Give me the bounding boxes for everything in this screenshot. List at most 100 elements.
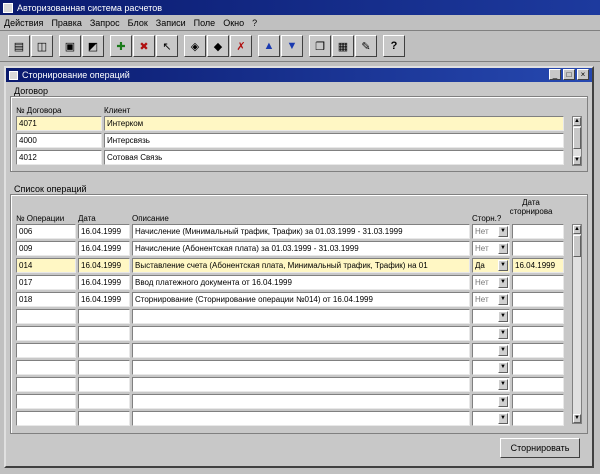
undo-icon[interactable]: ◩ bbox=[82, 35, 104, 57]
minimize-button[interactable]: _ bbox=[549, 69, 561, 80]
operation-description-cell[interactable] bbox=[132, 343, 470, 358]
chevron-down-icon[interactable]: ▼ bbox=[498, 294, 508, 305]
menu-field[interactable]: Поле bbox=[194, 18, 216, 28]
save-icon[interactable]: ▣ bbox=[59, 35, 81, 57]
storno-date-cell[interactable] bbox=[512, 326, 564, 341]
delete-icon[interactable]: ✖ bbox=[133, 35, 155, 57]
operation-description-cell[interactable] bbox=[132, 411, 470, 426]
chevron-down-icon[interactable]: ▼ bbox=[498, 243, 508, 254]
storno-flag-combo[interactable]: Нет ▼ bbox=[472, 292, 510, 307]
operation-description-cell[interactable] bbox=[132, 309, 470, 324]
scroll-down-icon[interactable]: ▼ bbox=[573, 156, 581, 165]
operation-description-cell[interactable] bbox=[132, 360, 470, 375]
storno-flag-combo[interactable]: ▼ bbox=[472, 394, 510, 409]
chevron-down-icon[interactable]: ▼ bbox=[498, 226, 508, 237]
preview-icon[interactable]: ◫ bbox=[31, 35, 53, 57]
operation-number-cell[interactable]: 018 bbox=[16, 292, 76, 307]
operation-description-cell[interactable] bbox=[132, 326, 470, 341]
operation-number-cell[interactable]: 017 bbox=[16, 275, 76, 290]
operation-date-cell[interactable] bbox=[78, 394, 130, 409]
storno-flag-combo[interactable]: ▼ bbox=[472, 309, 510, 324]
chevron-down-icon[interactable]: ▼ bbox=[498, 345, 508, 356]
operation-description-cell[interactable]: Сторнирование (Сторнирование операции №0… bbox=[132, 292, 470, 307]
menu-window[interactable]: Окно bbox=[223, 18, 244, 28]
operation-description-cell[interactable] bbox=[132, 377, 470, 392]
chevron-down-icon[interactable]: ▼ bbox=[498, 362, 508, 373]
operation-number-cell[interactable] bbox=[16, 326, 76, 341]
storno-flag-combo[interactable]: Нет ▼ bbox=[472, 241, 510, 256]
scroll-down-icon[interactable]: ▼ bbox=[573, 414, 581, 423]
table-row[interactable]: 4071 Интерком bbox=[16, 115, 566, 132]
close-button[interactable]: × bbox=[577, 69, 589, 80]
operation-date-cell[interactable] bbox=[78, 343, 130, 358]
operation-description-cell[interactable]: Начисление (Минимальный трафик, Трафик) … bbox=[132, 224, 470, 239]
operation-date-cell[interactable]: 16.04.1999 bbox=[78, 241, 130, 256]
chevron-down-icon[interactable]: ▼ bbox=[498, 396, 508, 407]
operation-description-cell[interactable] bbox=[132, 394, 470, 409]
print-icon[interactable]: ▤ bbox=[8, 35, 30, 57]
storno-flag-combo[interactable]: ▼ bbox=[472, 377, 510, 392]
operation-number-cell[interactable] bbox=[16, 394, 76, 409]
menu-records[interactable]: Записи bbox=[156, 18, 186, 28]
down-arrow-icon[interactable]: ▼ bbox=[281, 35, 303, 57]
storno-flag-combo[interactable]: ▼ bbox=[472, 326, 510, 341]
contract-number-cell[interactable]: 4071 bbox=[16, 116, 102, 131]
operation-date-cell[interactable] bbox=[78, 326, 130, 341]
operation-date-cell[interactable]: 16.04.1999 bbox=[78, 292, 130, 307]
operation-date-cell[interactable] bbox=[78, 377, 130, 392]
table-row[interactable]: 4012 Сотовая Связь bbox=[16, 149, 566, 166]
scroll-up-icon[interactable]: ▲ bbox=[573, 117, 581, 126]
storno-date-cell[interactable] bbox=[512, 343, 564, 358]
contract-number-cell[interactable]: 4000 bbox=[16, 133, 102, 148]
contract-number-cell[interactable]: 4012 bbox=[16, 150, 102, 165]
operation-number-cell[interactable] bbox=[16, 343, 76, 358]
storno-date-cell[interactable]: 16.04.1999 bbox=[512, 258, 564, 273]
chevron-down-icon[interactable]: ▼ bbox=[498, 413, 508, 424]
paste-icon[interactable]: ▦ bbox=[332, 35, 354, 57]
storno-date-cell[interactable] bbox=[512, 292, 564, 307]
operation-number-cell[interactable] bbox=[16, 360, 76, 375]
scroll-thumb[interactable] bbox=[573, 127, 581, 149]
operation-number-cell[interactable] bbox=[16, 411, 76, 426]
menu-block[interactable]: Блок bbox=[128, 18, 148, 28]
operation-number-cell[interactable]: 014 bbox=[16, 258, 76, 273]
menu-actions[interactable]: Действия bbox=[4, 18, 43, 28]
operation-number-cell[interactable] bbox=[16, 377, 76, 392]
operation-number-cell[interactable]: 009 bbox=[16, 241, 76, 256]
up-arrow-icon[interactable]: ▲ bbox=[258, 35, 280, 57]
clear-icon[interactable]: ↖ bbox=[156, 35, 178, 57]
operations-scrollbar[interactable]: ▲ ▼ bbox=[572, 224, 582, 424]
storno-date-cell[interactable] bbox=[512, 241, 564, 256]
operation-date-cell[interactable] bbox=[78, 309, 130, 324]
copy-icon[interactable]: ❐ bbox=[309, 35, 331, 57]
operation-description-cell[interactable]: Начисление (Абонентская плата) за 01.03.… bbox=[132, 241, 470, 256]
storno-flag-combo[interactable]: Да ▼ bbox=[472, 258, 510, 273]
storno-date-cell[interactable] bbox=[512, 224, 564, 239]
operation-description-cell[interactable]: Ввод платежного документа от 16.04.1999 bbox=[132, 275, 470, 290]
storno-date-cell[interactable] bbox=[512, 360, 564, 375]
scroll-thumb[interactable] bbox=[573, 235, 581, 257]
insert-icon[interactable]: ✚ bbox=[110, 35, 132, 57]
operation-description-cell[interactable]: Выставление счета (Абонентская плата, Ми… bbox=[132, 258, 470, 273]
find-icon[interactable]: ◈ bbox=[184, 35, 206, 57]
operation-date-cell[interactable] bbox=[78, 360, 130, 375]
storno-flag-combo[interactable]: ▼ bbox=[472, 360, 510, 375]
execute-icon[interactable]: ◆ bbox=[207, 35, 229, 57]
operation-date-cell[interactable]: 16.04.1999 bbox=[78, 224, 130, 239]
operation-number-cell[interactable] bbox=[16, 309, 76, 324]
edit-icon[interactable]: ✎ bbox=[355, 35, 377, 57]
storno-flag-combo[interactable]: ▼ bbox=[472, 343, 510, 358]
operation-date-cell[interactable]: 16.04.1999 bbox=[78, 275, 130, 290]
chevron-down-icon[interactable]: ▼ bbox=[498, 379, 508, 390]
chevron-down-icon[interactable]: ▼ bbox=[498, 311, 508, 322]
client-cell[interactable]: Интерком bbox=[104, 116, 564, 131]
contracts-scrollbar[interactable]: ▲ ▼ bbox=[572, 116, 582, 166]
scroll-up-icon[interactable]: ▲ bbox=[573, 225, 581, 234]
chevron-down-icon[interactable]: ▼ bbox=[498, 260, 508, 271]
storno-flag-combo[interactable]: Нет ▼ bbox=[472, 275, 510, 290]
operation-date-cell[interactable] bbox=[78, 411, 130, 426]
client-cell[interactable]: Сотовая Связь bbox=[104, 150, 564, 165]
operation-number-cell[interactable]: 006 bbox=[16, 224, 76, 239]
menu-help[interactable]: ? bbox=[252, 18, 257, 28]
chevron-down-icon[interactable]: ▼ bbox=[498, 328, 508, 339]
